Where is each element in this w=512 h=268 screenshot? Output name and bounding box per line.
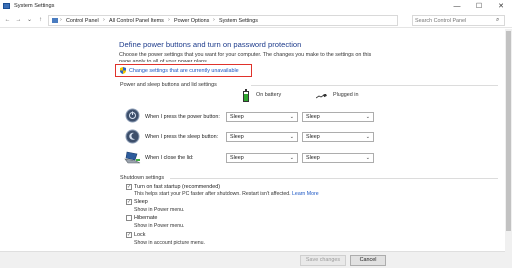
laptop-lid-icon xyxy=(124,151,141,164)
hibernate-help: Show in Power menu. xyxy=(134,223,185,229)
power-plug-icon xyxy=(316,94,327,99)
forward-arrow-icon[interactable]: → xyxy=(14,15,23,25)
battery-icon xyxy=(243,89,249,102)
up-arrow-icon[interactable]: ↑ xyxy=(36,15,45,25)
change-settings-highlight: Change settings that are currently unava… xyxy=(115,64,252,77)
hibernate-label[interactable]: Hibernate xyxy=(134,215,157,221)
fast-startup-help-text: This helps start your PC faster after sh… xyxy=(134,191,291,197)
sleep-button-label: When I press the sleep button: xyxy=(145,134,219,140)
sleep-help: Show in Power menu. xyxy=(134,207,185,213)
hibernate-checkbox[interactable] xyxy=(126,215,132,221)
change-settings-link[interactable]: Change settings that are currently unava… xyxy=(129,68,239,74)
window-title: System Settings xyxy=(14,3,55,9)
breadcrumb-separator: › xyxy=(168,17,170,23)
fast-startup-checkbox[interactable]: ✓ xyxy=(126,184,132,190)
section-divider xyxy=(170,178,498,179)
power-button-plugged-value: Sleep xyxy=(306,114,320,120)
chevron-down-icon: ⌄ xyxy=(289,134,294,140)
fast-startup-help: This helps start your PC faster after sh… xyxy=(134,191,319,197)
breadcrumb-system-settings[interactable]: System Settings xyxy=(219,18,258,24)
power-section-title: Power and sleep buttons and lid settings xyxy=(120,82,217,88)
content-area: Define power buttons and turn on passwor… xyxy=(0,29,505,268)
search-icon: ⌕ xyxy=(496,17,500,23)
close-lid-battery-value: Sleep xyxy=(230,155,244,161)
save-changes-button[interactable]: Save changes xyxy=(300,255,346,266)
cancel-button[interactable]: Cancel xyxy=(350,255,386,266)
breadcrumb-control-panel[interactable]: Control Panel xyxy=(66,18,99,24)
page-description: Choose the power settings that you want … xyxy=(119,52,372,62)
section-divider xyxy=(251,85,498,86)
search-input[interactable] xyxy=(415,17,493,25)
shutdown-section-title: Shutdown settings xyxy=(120,175,165,181)
minimize-button[interactable]: — xyxy=(446,0,468,13)
recent-locations-chevron-down-icon[interactable]: ⌄ xyxy=(25,15,34,25)
breadcrumb-separator: › xyxy=(213,17,215,23)
lock-label[interactable]: Lock xyxy=(134,232,145,238)
chevron-down-icon: ⌄ xyxy=(365,155,370,161)
sleep-label[interactable]: Sleep xyxy=(134,199,148,205)
chevron-down-icon: ⌄ xyxy=(289,155,294,161)
search-box[interactable]: ⌕ xyxy=(412,15,505,26)
back-arrow-icon[interactable]: ← xyxy=(3,15,12,25)
page-title: Define power buttons and turn on passwor… xyxy=(119,40,302,49)
control-panel-app-icon xyxy=(3,3,10,9)
battery-level-fill xyxy=(244,94,248,101)
sleep-button-plugged-select[interactable]: Sleep ⌄ xyxy=(302,132,374,142)
power-button-label: When I press the power button: xyxy=(145,114,220,120)
chevron-down-icon: ⌄ xyxy=(365,114,370,120)
fast-startup-label[interactable]: Turn on fast startup (recommended) xyxy=(134,184,220,190)
power-button-battery-value: Sleep xyxy=(230,114,244,120)
close-button[interactable]: ✕ xyxy=(490,0,512,13)
breadcrumb-separator: › xyxy=(60,17,62,23)
chevron-down-icon: ⌄ xyxy=(289,114,294,120)
footer-bar: Save changes Cancel xyxy=(0,251,505,268)
control-panel-location-icon xyxy=(52,18,58,23)
sleep-checkbox[interactable]: ✓ xyxy=(126,199,132,205)
address-bar[interactable]: › Control Panel › All Control Panel Item… xyxy=(48,15,445,26)
breadcrumb-power-options[interactable]: Power Options xyxy=(174,18,209,24)
lock-help: Show in account picture menu. xyxy=(134,240,205,246)
scrollbar-thumb[interactable] xyxy=(506,31,511,231)
title-bar: System Settings — ☐ ✕ xyxy=(0,0,512,13)
maximize-button[interactable]: ☐ xyxy=(468,0,490,13)
navigation-bar: ← → ⌄ ↑ › Control Panel › All Control Pa… xyxy=(0,13,512,28)
close-lid-plugged-value: Sleep xyxy=(306,155,320,161)
breadcrumb-all-control-panel-items[interactable]: All Control Panel Items xyxy=(109,18,164,24)
breadcrumb-separator: › xyxy=(103,17,105,23)
sleep-button-battery-value: Sleep xyxy=(230,134,244,140)
vertical-scrollbar[interactable] xyxy=(505,29,512,268)
uac-shield-icon xyxy=(120,67,126,74)
plugged-in-header: Plugged in xyxy=(333,92,359,98)
on-battery-header: On battery xyxy=(256,92,282,98)
sleep-button-battery-select[interactable]: Sleep ⌄ xyxy=(226,132,298,142)
sleep-button-plugged-value: Sleep xyxy=(306,134,320,140)
close-lid-label: When I close the lid: xyxy=(145,155,194,161)
close-lid-battery-select[interactable]: Sleep ⌄ xyxy=(226,153,298,163)
sleep-button-icon xyxy=(125,129,140,144)
learn-more-link[interactable]: Learn More xyxy=(292,191,319,197)
chevron-down-icon: ⌄ xyxy=(365,134,370,140)
power-button-plugged-select[interactable]: Sleep ⌄ xyxy=(302,112,374,122)
power-button-icon xyxy=(125,108,140,123)
close-lid-plugged-select[interactable]: Sleep ⌄ xyxy=(302,153,374,163)
power-button-battery-select[interactable]: Sleep ⌄ xyxy=(226,112,298,122)
lock-checkbox[interactable]: ✓ xyxy=(126,232,132,238)
